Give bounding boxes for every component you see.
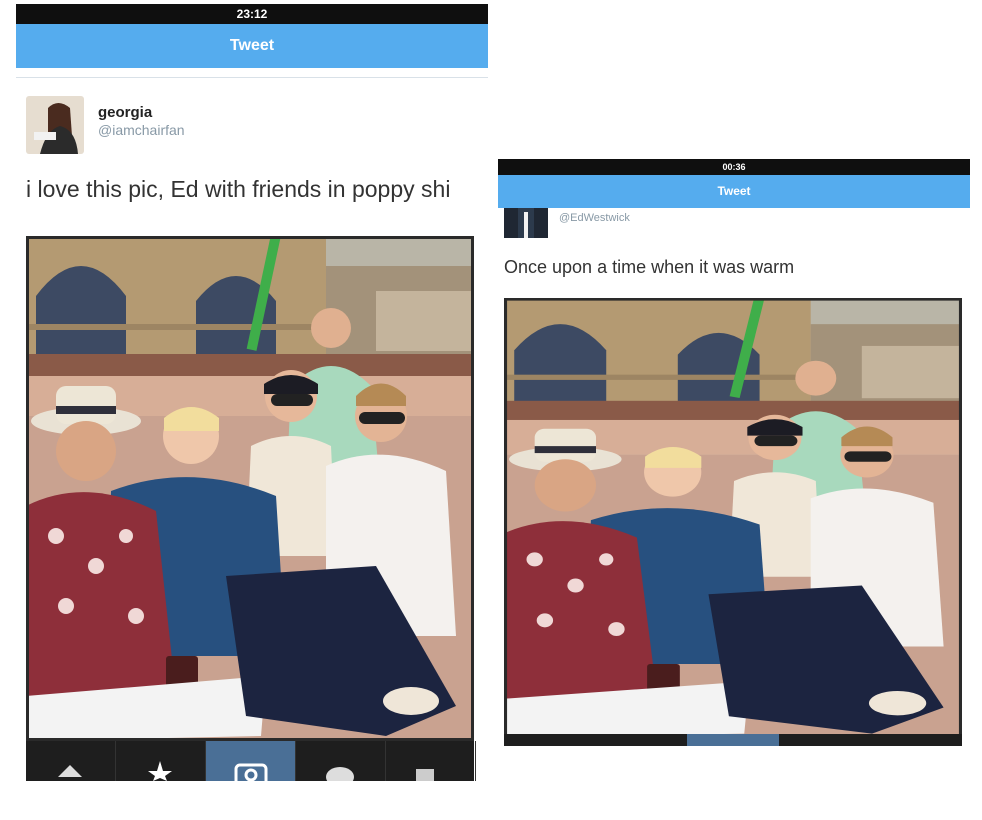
user-name[interactable]: georgia (98, 104, 152, 121)
avatar[interactable] (26, 96, 84, 154)
right-screenshot: 00:36 Tweet @EdWestwick Once upon a time… (498, 159, 970, 759)
heart-tab[interactable] (779, 734, 871, 746)
tweet-text: i love this pic, Ed with friends in popp… (26, 176, 451, 202)
home-tab[interactable] (504, 734, 596, 746)
explore-tab[interactable] (596, 734, 688, 746)
status-bar-time: 00:36 (498, 159, 970, 175)
nav-bar-title: Tweet (16, 24, 488, 68)
tweet-text: Once upon a time when it was warm (504, 257, 795, 277)
divider (16, 77, 488, 78)
nav-bar-title: Tweet (498, 175, 970, 208)
bottom-nav (26, 741, 476, 787)
left-screenshot: 23:12 Tweet georgia @iamchairfan i love … (16, 4, 488, 794)
camera-tab[interactable] (687, 734, 779, 746)
profile-icon[interactable] (386, 741, 476, 781)
camera-icon[interactable] (206, 741, 296, 787)
avatar[interactable] (504, 208, 548, 238)
tweet-photo[interactable] (26, 236, 474, 741)
tweet-photo[interactable] (504, 298, 962, 738)
user-handle[interactable]: @EdWestwick (559, 212, 630, 224)
explore-star-icon[interactable] (116, 741, 206, 781)
user-handle[interactable]: @iamchairfan (98, 122, 185, 138)
bottom-nav (504, 734, 962, 746)
status-bar-time: 23:12 (16, 4, 488, 24)
home-icon[interactable] (26, 741, 116, 781)
heart-icon[interactable] (296, 741, 386, 787)
profile-tab[interactable] (870, 734, 962, 746)
